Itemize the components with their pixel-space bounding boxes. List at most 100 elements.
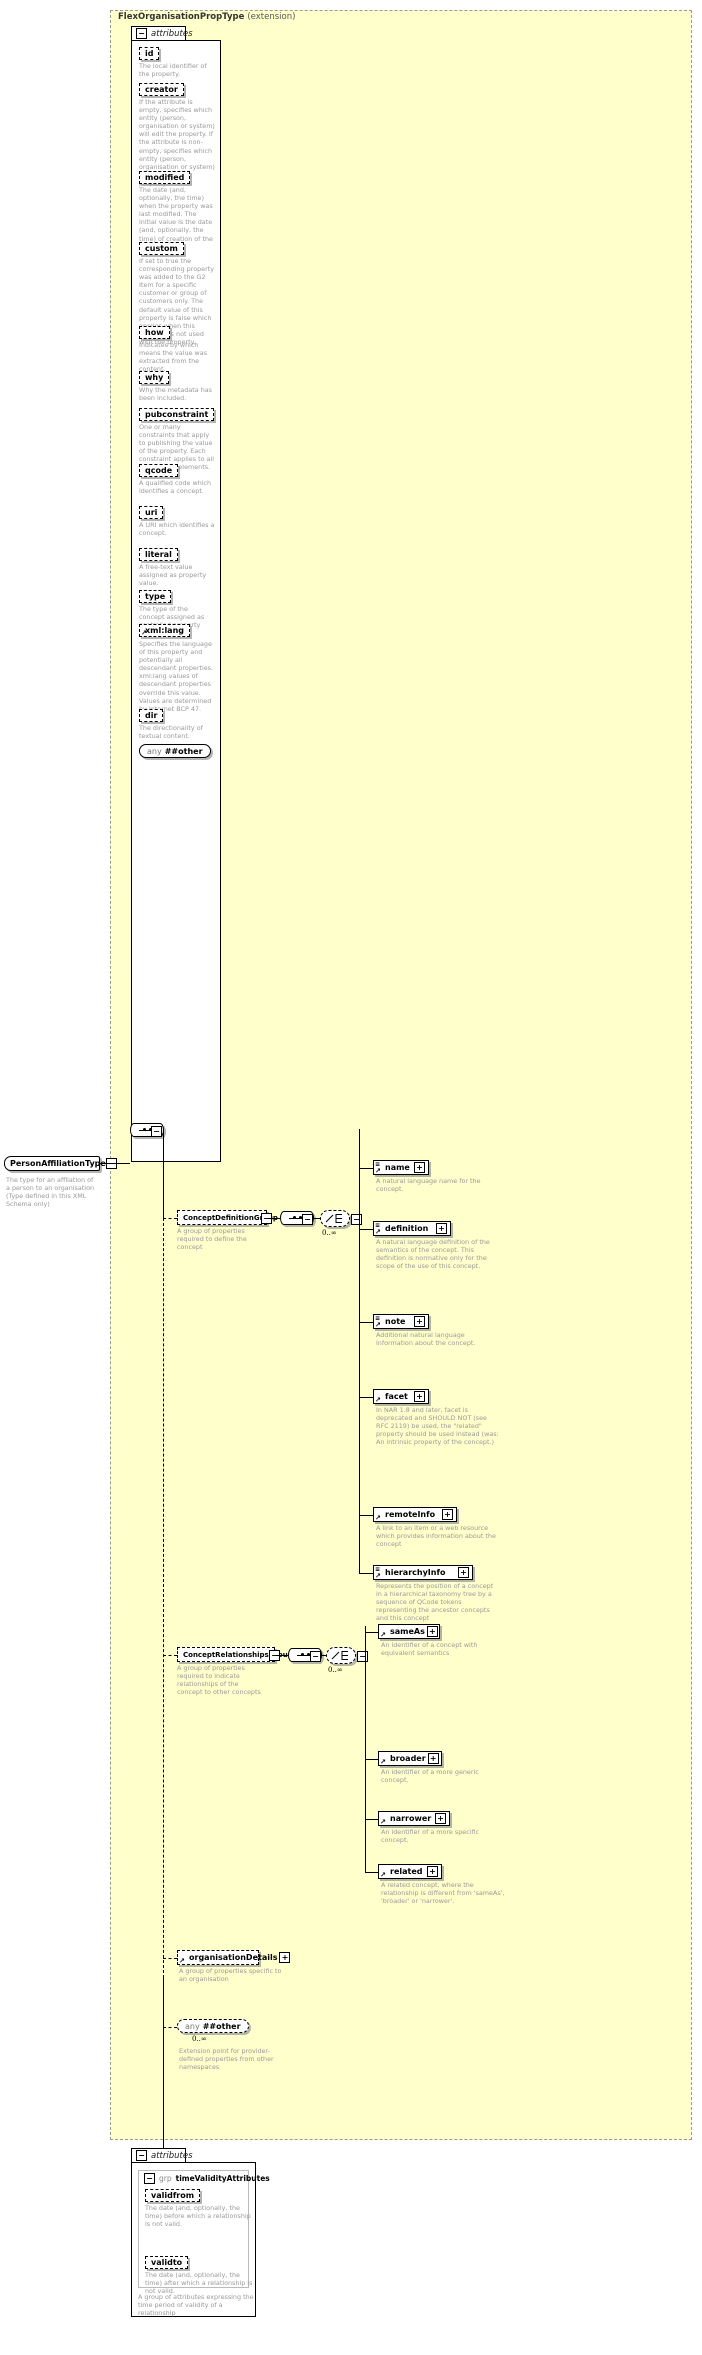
branch-concept-definition xyxy=(163,1218,177,1219)
any-prefix: any xyxy=(147,746,162,756)
element-broader-expand[interactable]: + xyxy=(427,1753,439,1764)
cdg-choice-toggle[interactable]: − xyxy=(351,1214,362,1225)
cdg-stub-name xyxy=(359,1168,373,1169)
element-definition-expand[interactable]: + xyxy=(436,1223,447,1234)
attribute-xmllang[interactable]: xml:lang xyxy=(139,624,190,637)
crg-fan-spine xyxy=(365,1626,366,1872)
any-other-element[interactable]: any ##other xyxy=(177,2019,249,2033)
element-note-desc: Additional natural language information … xyxy=(376,1331,476,1348)
element-note[interactable]: note + xyxy=(373,1314,429,1329)
any-other-desc: Extension point for provider-defined pro… xyxy=(179,2047,274,2072)
element-definition[interactable]: definition + xyxy=(373,1221,451,1236)
choice-glyph-icon xyxy=(331,1651,348,1660)
element-ref-icon xyxy=(375,1515,381,1521)
element-facet-desc: In NAR 1.8 and later, facet is deprecate… xyxy=(376,1406,499,1447)
attributes-collapse-toggle[interactable]: − xyxy=(136,28,147,39)
time-validity-group-name: timeValidityAttributes xyxy=(175,2174,270,2183)
attribute-validfrom-desc: The date (and, optionally, the time) bef… xyxy=(145,2204,251,2229)
concept-relationships-group-desc: A group of properties required to indica… xyxy=(177,1664,261,1697)
xml-lang-ref-icon xyxy=(141,630,147,636)
element-ref-icon xyxy=(375,1573,381,1579)
time-validity-collapse-toggle[interactable]: − xyxy=(136,2150,147,2161)
element-remoteinfo[interactable]: remoteInfo + xyxy=(373,1507,457,1522)
cdg-stub-note xyxy=(359,1322,373,1323)
element-broader[interactable]: broader + xyxy=(378,1751,442,1766)
element-sameas[interactable]: sameAs + xyxy=(378,1624,440,1639)
element-name-expand[interactable]: + xyxy=(414,1162,425,1173)
attribute-type[interactable]: type xyxy=(139,590,172,603)
element-narrower-expand[interactable]: + xyxy=(435,1813,446,1824)
element-hierarchyinfo-expand[interactable]: + xyxy=(458,1567,469,1578)
element-hierarchyinfo[interactable]: hierarchyInfo + xyxy=(373,1565,473,1580)
element-name[interactable]: name + xyxy=(373,1160,429,1175)
crg-choice-toggle[interactable]: − xyxy=(357,1651,368,1662)
concept-relationships-group-node[interactable]: ConceptRelationshipsGroup xyxy=(177,1647,293,1662)
choice-glyph-icon xyxy=(325,1214,342,1223)
attribute-why[interactable]: why xyxy=(139,371,170,384)
attribute-uri-desc: A URI which identifies a concept. xyxy=(139,521,215,538)
element-sameas-expand[interactable]: + xyxy=(426,1626,438,1637)
crg-choice-node[interactable] xyxy=(326,1647,356,1664)
cdg-connector-1 xyxy=(268,1218,280,1219)
crg-connector-1 xyxy=(276,1655,288,1656)
attribute-id[interactable]: id xyxy=(139,47,160,60)
element-ref-icon xyxy=(375,1322,381,1328)
element-sameas-desc: An identifier of a concept with equivale… xyxy=(381,1641,478,1658)
element-ref-icon xyxy=(380,1819,386,1825)
attributes-section-tab[interactable]: − attributes xyxy=(131,26,193,40)
grp-prefix: grp xyxy=(159,2174,172,2183)
element-name-desc: A natural language name for the concept. xyxy=(376,1177,481,1194)
element-ref-icon xyxy=(380,1632,386,1638)
element-broader-desc: An identifier of a more generic concept. xyxy=(381,1768,479,1785)
attribute-uri[interactable]: uri xyxy=(139,506,164,519)
attribute-custom[interactable]: custom xyxy=(139,242,184,255)
attribute-validfrom[interactable]: validfrom xyxy=(145,2189,201,2202)
element-remoteinfo-desc: A link to an item or a web resource whic… xyxy=(376,1524,496,1549)
attribute-how[interactable]: how xyxy=(139,326,170,339)
time-validity-group-desc: A group of attributes expressing the tim… xyxy=(138,2293,254,2318)
element-related[interactable]: related + xyxy=(378,1864,442,1879)
any-other-cardinality: 0..∞ xyxy=(192,2035,207,2043)
spine-dashed xyxy=(163,1218,164,1978)
any-other-attribute[interactable]: any ##other xyxy=(139,744,211,758)
cdg-cardinality: 0..∞ xyxy=(322,1229,337,1237)
crg-stub-narrower xyxy=(365,1819,378,1820)
element-ref-icon xyxy=(375,1229,381,1235)
cdg-sequence-toggle[interactable]: − xyxy=(302,1214,313,1225)
attribute-creator[interactable]: creator xyxy=(139,83,184,96)
element-organisation-details-desc: A group of properties specific to an org… xyxy=(179,1967,282,1984)
element-ref-icon xyxy=(375,1168,381,1174)
element-facet[interactable]: facet + xyxy=(373,1389,429,1404)
cdg-stub-definition xyxy=(359,1229,373,1230)
element-narrower[interactable]: narrower + xyxy=(378,1811,450,1826)
root-type-label: PersonAffiliationType xyxy=(10,1159,106,1168)
main-sequence-toggle[interactable]: − xyxy=(151,1126,162,1137)
attribute-validto-desc: The date (and, optionally, the time) aft… xyxy=(145,2271,253,2296)
cdg-choice-node[interactable] xyxy=(320,1210,350,1227)
attribute-pubconstraint[interactable]: pubconstraint xyxy=(139,408,215,421)
any-namespace: ##other xyxy=(164,746,203,756)
crg-stub-broader xyxy=(365,1759,378,1760)
attribute-xmllang-desc: Specifies the language of this property … xyxy=(139,640,214,713)
time-validity-group-toggle[interactable]: − xyxy=(144,2173,155,2184)
concept-definition-group-node[interactable]: ConceptDefinitionGroup xyxy=(177,1210,278,1225)
attribute-id-desc: The local identifier of the property. xyxy=(139,62,207,79)
element-organisation-details-expand[interactable]: + xyxy=(279,1952,291,1963)
attribute-modified[interactable]: modified xyxy=(139,171,191,184)
time-validity-attributes-tab[interactable]: − attributes xyxy=(131,2148,193,2162)
crg-cardinality: 0..∞ xyxy=(328,1666,343,1674)
attribute-literal[interactable]: literal xyxy=(139,548,178,561)
element-remoteinfo-expand[interactable]: + xyxy=(442,1509,453,1520)
attribute-validto[interactable]: validto xyxy=(145,2256,189,2269)
element-note-expand[interactable]: + xyxy=(414,1316,425,1327)
crg-sequence-toggle[interactable]: − xyxy=(310,1651,321,1662)
element-related-expand[interactable]: + xyxy=(427,1866,438,1877)
attribute-qcode[interactable]: qcode xyxy=(139,464,179,477)
attribute-dir[interactable]: dir xyxy=(139,709,164,722)
root-type-node[interactable]: PersonAffiliationType − xyxy=(4,1156,117,1171)
element-facet-expand[interactable]: + xyxy=(414,1391,425,1402)
crg-stub-related xyxy=(365,1872,378,1873)
element-organisation-details[interactable]: organisationDetails + xyxy=(177,1950,291,1965)
time-validity-group-header[interactable]: − grp timeValidityAttributes xyxy=(140,2171,274,2184)
element-definition-desc: A natural language definition of the sem… xyxy=(376,1238,490,1271)
